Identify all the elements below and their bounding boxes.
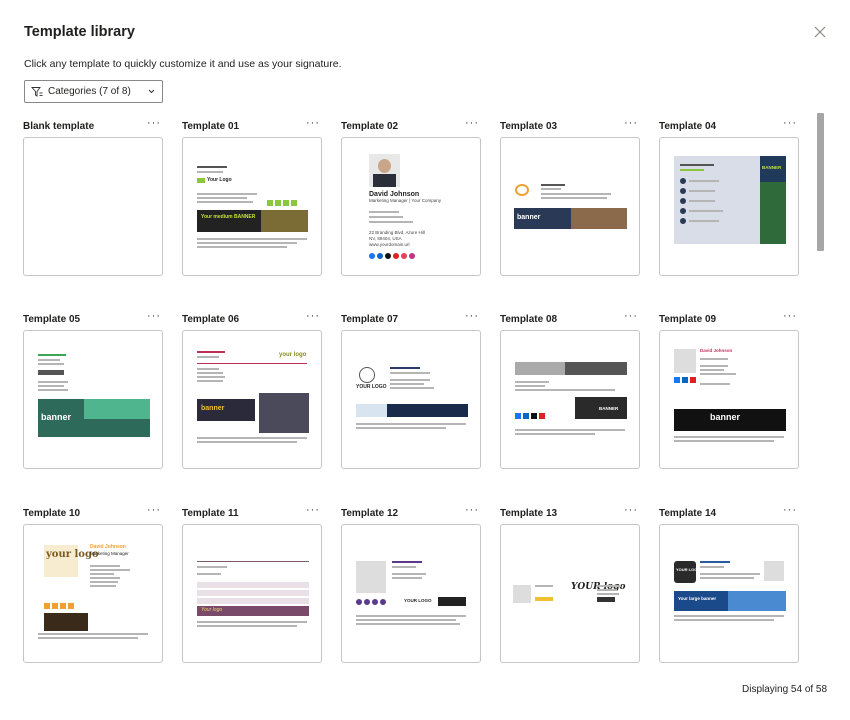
- template-thumbnail-06[interactable]: your logo banner: [182, 330, 322, 469]
- template-name: Template 07: [341, 314, 399, 325]
- more-options-icon[interactable]: ···: [624, 310, 638, 322]
- template-person-title: Marketing Manager: [90, 551, 129, 556]
- template-banner: banner: [710, 412, 741, 422]
- template-logo: YOUR LOGO: [404, 598, 432, 603]
- template-banner: Your medium BANNER: [201, 214, 256, 220]
- template-person-name: David Johnson: [700, 348, 733, 353]
- template-name: Template 14: [659, 508, 717, 519]
- template-thumbnail-08[interactable]: BANNER: [500, 330, 640, 469]
- template-thumbnail-09[interactable]: David Johnson banner: [659, 330, 799, 469]
- template-thumbnail-03[interactable]: banner: [500, 137, 640, 276]
- template-logo: YOUR LOGO: [356, 384, 387, 390]
- template-name: Template 12: [341, 508, 399, 519]
- template-thumbnail-blank[interactable]: [23, 137, 163, 276]
- template-name: Template 06: [182, 314, 240, 325]
- more-options-icon[interactable]: ···: [147, 504, 161, 516]
- more-options-icon[interactable]: ···: [306, 504, 320, 516]
- template-banner: BANNER: [599, 406, 619, 411]
- template-name: Blank template: [23, 121, 95, 132]
- categories-filter-dropdown[interactable]: Categories (7 of 8): [24, 80, 163, 103]
- more-options-icon[interactable]: ···: [783, 117, 797, 129]
- more-options-icon[interactable]: ···: [306, 310, 320, 322]
- template-name: Template 10: [23, 508, 81, 519]
- more-options-icon[interactable]: ···: [465, 310, 479, 322]
- chevron-down-icon: [148, 89, 155, 94]
- template-thumbnail-07[interactable]: YOUR LOGO: [341, 330, 481, 469]
- more-options-icon[interactable]: ···: [783, 310, 797, 322]
- template-name: Template 05: [23, 314, 81, 325]
- template-name: Template 04: [659, 121, 717, 132]
- template-banner: BANNER: [762, 165, 782, 170]
- template-thumbnail-10[interactable]: your logo David Johnson Marketing Manage…: [23, 524, 163, 663]
- scrollbar-thumb[interactable]: [817, 113, 824, 251]
- more-options-icon[interactable]: ···: [624, 504, 638, 516]
- template-banner: banner: [201, 405, 225, 412]
- template-name: Template 08: [500, 314, 558, 325]
- template-website: www.yourdomain.url: [369, 242, 410, 247]
- avatar: [513, 585, 531, 603]
- avatar: [369, 154, 400, 187]
- template-thumbnail-01[interactable]: Your Logo Your medium BANNER: [182, 137, 322, 276]
- more-options-icon[interactable]: ···: [147, 310, 161, 322]
- template-name: Template 03: [500, 121, 558, 132]
- template-banner: banner: [517, 214, 541, 221]
- template-name: Template 02: [341, 121, 399, 132]
- template-person-title: Marketing Manager | Your Company: [369, 198, 441, 203]
- more-options-icon[interactable]: ···: [465, 504, 479, 516]
- template-thumbnail-12[interactable]: YOUR LOGO: [341, 524, 481, 663]
- template-thumbnail-14[interactable]: YOUR LOGO Your large banner: [659, 524, 799, 663]
- template-logo: YOUR LOGO: [676, 567, 701, 572]
- template-thumbnail-02[interactable]: David Johnson Marketing Manager | Your C…: [341, 137, 481, 276]
- more-options-icon[interactable]: ···: [306, 117, 320, 129]
- more-options-icon[interactable]: ···: [783, 504, 797, 516]
- template-name: Template 01: [182, 121, 240, 132]
- more-options-icon[interactable]: ···: [465, 117, 479, 129]
- avatar: [674, 349, 696, 373]
- filter-icon: [31, 86, 43, 97]
- dialog-title: Template library: [24, 24, 135, 40]
- more-options-icon[interactable]: ···: [624, 117, 638, 129]
- close-icon[interactable]: [812, 24, 828, 40]
- results-count: Displaying 54 of 58: [742, 684, 828, 695]
- template-banner: banner: [41, 412, 72, 422]
- template-logo: your logo: [279, 352, 307, 358]
- template-name: Template 09: [659, 314, 717, 325]
- avatar: [764, 561, 784, 581]
- template-name: Template 11: [182, 508, 239, 519]
- template-banner: Your large banner: [678, 596, 717, 601]
- dialog-subtitle: Click any template to quickly customize …: [24, 58, 342, 70]
- template-logo: Your Logo: [207, 177, 232, 183]
- template-thumbnail-11[interactable]: Your logo: [182, 524, 322, 663]
- template-thumbnail-04[interactable]: BANNER: [659, 137, 799, 276]
- more-options-icon[interactable]: ···: [147, 117, 161, 129]
- template-logo: Your logo: [201, 607, 223, 613]
- template-thumbnail-05[interactable]: banner: [23, 330, 163, 469]
- avatar: [356, 561, 386, 593]
- categories-filter-label: Categories (7 of 8): [48, 86, 131, 97]
- template-thumbnail-13[interactable]: YOUR logo: [500, 524, 640, 663]
- template-name: Template 13: [500, 508, 558, 519]
- template-person-name: David Johnson: [90, 544, 126, 550]
